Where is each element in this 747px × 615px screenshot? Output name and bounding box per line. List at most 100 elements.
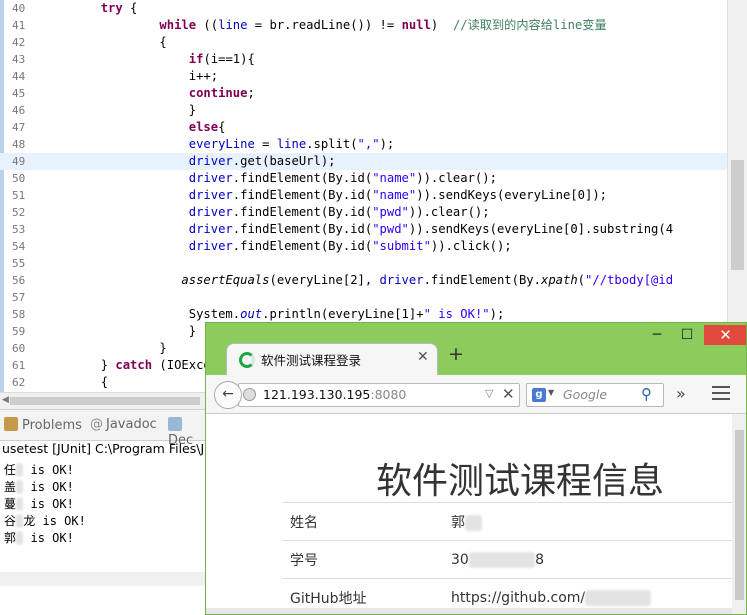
console-line-suffix: is OK! bbox=[23, 480, 74, 494]
code-line[interactable]: 53 driver.findElement(By.id("pwd")).send… bbox=[0, 221, 747, 238]
console-line: 任x is OK! bbox=[4, 461, 74, 478]
hamburger-menu-icon[interactable] bbox=[710, 382, 732, 404]
page-vertical-scroll-thumb[interactable] bbox=[735, 430, 744, 600]
scroll-left-arrow-icon[interactable]: ◀ bbox=[2, 395, 9, 405]
code-token: = br.readLine()) != bbox=[247, 18, 402, 32]
code-token: line bbox=[218, 18, 248, 32]
code-line[interactable]: 44 i++; bbox=[0, 68, 747, 85]
code-line[interactable]: 50 driver.findElement(By.id("name")).cle… bbox=[0, 170, 747, 187]
code-line[interactable]: 45 continue; bbox=[0, 85, 747, 102]
google-icon[interactable]: g bbox=[532, 388, 546, 402]
editor-horizontal-scrollbar[interactable]: ◀ bbox=[0, 392, 210, 409]
browser-tab[interactable]: 软件测试课程登录 ✕ bbox=[226, 343, 438, 376]
code-text: } bbox=[42, 323, 196, 340]
line-number: 55 bbox=[12, 257, 26, 270]
student-id-label: 学号 bbox=[282, 540, 443, 579]
code-text: driver.findElement(By.id("name")).clear(… bbox=[42, 170, 497, 187]
line-number: 49 bbox=[12, 155, 26, 168]
editor-horizontal-scroll-thumb[interactable] bbox=[10, 397, 200, 405]
code-line[interactable]: 48 everyLine = line.split(","); bbox=[0, 136, 747, 153]
code-line[interactable]: 42 { bbox=[0, 34, 747, 51]
page-vertical-scrollbar[interactable] bbox=[732, 414, 746, 614]
code-text: } bbox=[42, 102, 196, 119]
code-line[interactable]: 46 } bbox=[0, 102, 747, 119]
url-history-dropdown-icon[interactable]: ▽ bbox=[485, 387, 493, 400]
code-token: { bbox=[122, 1, 138, 15]
problems-icon bbox=[4, 417, 18, 431]
code-token: driver bbox=[379, 273, 424, 287]
code-line[interactable]: 43 if(i==1){ bbox=[0, 51, 747, 68]
line-number: 58 bbox=[12, 308, 26, 321]
code-token: "//tbody[@id bbox=[585, 273, 674, 287]
console-line-prefix: 盖 bbox=[4, 480, 17, 494]
search-bar[interactable]: g ▼ Google ⚲ bbox=[526, 383, 664, 407]
code-token: driver bbox=[188, 222, 233, 236]
line-number: 52 bbox=[12, 206, 26, 219]
code-token: ( bbox=[577, 273, 586, 287]
tab-problems-label: Problems bbox=[22, 418, 82, 433]
code-line[interactable]: 55 bbox=[0, 255, 747, 272]
close-tab-icon[interactable]: ✕ bbox=[417, 349, 429, 365]
redacted-block: x bbox=[16, 531, 24, 545]
url-host: 121.193.130.195 bbox=[263, 387, 371, 402]
code-token: { bbox=[42, 375, 109, 389]
github-url[interactable]: https://github.com/ bbox=[451, 590, 585, 606]
code-token: " is OK!" bbox=[423, 307, 490, 321]
console-tab-bar: Problems @ Javadoc Dec bbox=[0, 409, 210, 448]
tab-problems[interactable]: Problems bbox=[4, 417, 82, 433]
code-token: try bbox=[100, 1, 123, 15]
line-number: 53 bbox=[12, 223, 26, 236]
code-token: )).clear(); bbox=[416, 171, 497, 185]
console-line-prefix: 郭 bbox=[4, 531, 17, 545]
redacted-block: x bbox=[16, 463, 24, 477]
code-text: { bbox=[42, 374, 108, 391]
line-number: 40 bbox=[12, 2, 26, 15]
url-bar[interactable]: 121.193.130.195:8080 ▽ ✕ bbox=[238, 383, 520, 407]
code-line[interactable]: 49 driver.get(baseUrl); bbox=[0, 153, 747, 170]
code-token: "," bbox=[357, 137, 380, 151]
tab-javadoc[interactable]: @ Javadoc bbox=[90, 417, 157, 432]
student-id-head: 30 bbox=[451, 551, 469, 568]
maximize-button[interactable]: ☐ bbox=[676, 325, 698, 345]
minimize-button[interactable]: ─ bbox=[646, 325, 668, 345]
code-token: .println(everyLine[1]+ bbox=[262, 307, 424, 321]
code-token: )).click(); bbox=[430, 239, 512, 253]
code-line[interactable]: 52 driver.findElement(By.id("pwd")).clea… bbox=[0, 204, 747, 221]
console-horizontal-scrollbar[interactable] bbox=[0, 572, 210, 586]
code-line[interactable]: 51 driver.findElement(By.id("name")).sen… bbox=[0, 187, 747, 204]
stop-icon[interactable]: ✕ bbox=[502, 385, 515, 403]
code-token: while bbox=[159, 18, 197, 32]
code-token: else bbox=[188, 120, 219, 134]
overflow-chevron-icon[interactable]: » bbox=[676, 384, 686, 403]
code-line[interactable]: 47 else{ bbox=[0, 119, 747, 136]
code-text: { bbox=[42, 34, 166, 51]
back-button[interactable]: ← bbox=[214, 381, 242, 409]
console-launch-title: usetest [JUnit] C:\Program Files\Jav bbox=[2, 441, 220, 456]
code-token: "name" bbox=[372, 188, 417, 202]
code-token: .findElement(By.id( bbox=[232, 239, 373, 253]
search-engine-dropdown-icon[interactable]: ▼ bbox=[548, 388, 554, 397]
code-token: driver bbox=[188, 239, 233, 253]
url-port: :8080 bbox=[370, 387, 407, 402]
close-window-button[interactable]: ✕ bbox=[704, 325, 746, 345]
code-line[interactable]: 58 System.out.println(everyLine[1]+" is … bbox=[0, 306, 747, 323]
redacted-block: x bbox=[16, 480, 24, 494]
page-horizontal-scrollbar[interactable] bbox=[206, 608, 732, 614]
code-line[interactable]: 40 try { bbox=[0, 0, 747, 17]
code-line[interactable]: 54 driver.findElement(By.id("submit")).c… bbox=[0, 238, 747, 255]
globe-icon bbox=[243, 388, 256, 401]
code-token: out bbox=[240, 307, 263, 321]
code-line[interactable]: 56 assertEquals(everyLine[2], driver.fin… bbox=[0, 272, 747, 289]
code-line[interactable]: 57 bbox=[0, 289, 747, 306]
new-tab-button[interactable]: + bbox=[448, 343, 464, 365]
line-number: 50 bbox=[12, 172, 26, 185]
editor-vertical-scroll-thumb[interactable] bbox=[731, 160, 744, 270]
magnifier-icon[interactable]: ⚲ bbox=[641, 385, 652, 403]
code-token: if bbox=[188, 52, 204, 66]
code-line[interactable]: 41 while ((line = br.readLine()) != null… bbox=[0, 17, 747, 34]
